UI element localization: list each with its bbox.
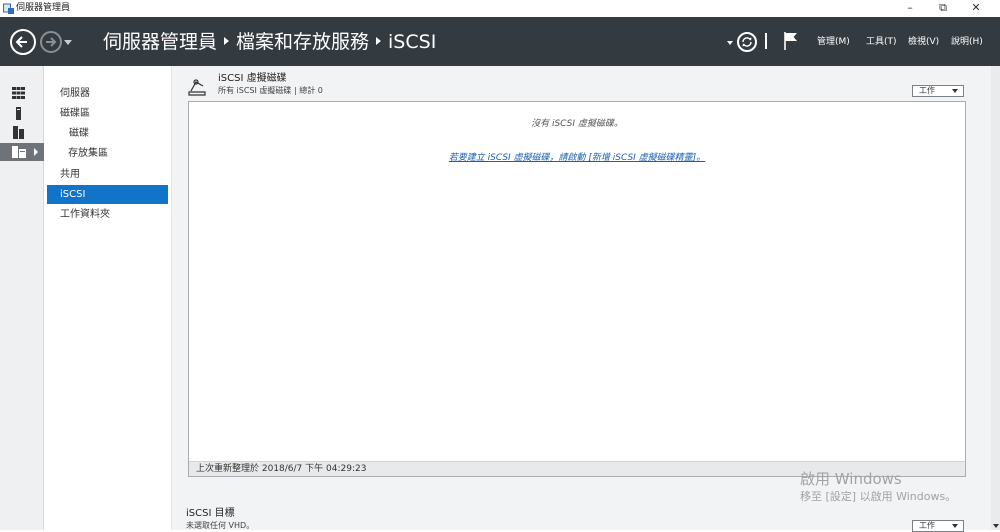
minimize-button[interactable]: – <box>895 0 925 17</box>
restore-button[interactable]: ⧉ <box>928 0 958 17</box>
menu-view[interactable]: 檢視(V) <box>908 37 939 48</box>
chevron-down-icon <box>952 89 958 93</box>
sidebar-item-work-folders[interactable]: 工作資料夾 <box>47 205 168 224</box>
back-button[interactable] <box>10 29 36 55</box>
refresh-dropdown-icon[interactable] <box>727 41 733 45</box>
create-virtual-disk-link[interactable]: 若要建立 iSCSI 虛擬磁碟，請啟動 [新增 iSCSI 虛擬磁碟精靈]。 <box>189 150 965 163</box>
sidebar-item-disks[interactable]: 磁碟 <box>47 124 168 143</box>
server-manager-app-icon <box>3 3 14 14</box>
refresh-button[interactable] <box>737 32 757 52</box>
virtual-disks-subtitle: 所有 iSCSI 虛擬磁碟 | 總計 0 <box>218 86 323 95</box>
scroll-down-icon[interactable] <box>993 524 999 528</box>
all-servers-icon <box>13 126 24 139</box>
expand-arrow-icon <box>34 148 38 156</box>
file-storage-icon <box>12 146 26 158</box>
activate-windows-watermark: 啟用 Windows 移至 [設定] 以啟用 Windows。 <box>800 470 957 504</box>
close-button[interactable]: ✕ <box>961 0 991 17</box>
tasks-label: 工作 <box>919 521 935 530</box>
window-titlebar: 伺服器管理員 – ⧉ ✕ <box>0 0 1000 17</box>
window-title: 伺服器管理員 <box>16 3 71 13</box>
history-dropdown-icon[interactable] <box>64 40 72 45</box>
menu-tools[interactable]: 工具(T) <box>866 37 897 48</box>
sidebar-item-servers[interactable]: 伺服器 <box>47 84 168 103</box>
empty-message: 沒有 iSCSI 虛擬磁碟。 <box>531 119 623 129</box>
header-divider <box>765 33 767 49</box>
tasks-label: 工作 <box>919 86 935 95</box>
sidebar-item-storage-pools[interactable]: 存放集區 <box>47 144 168 163</box>
iscsi-targets-title: iSCSI 目標 <box>186 508 235 519</box>
rail-local-server[interactable] <box>0 104 44 122</box>
local-server-icon <box>16 107 21 120</box>
iscsi-disk-icon <box>188 79 206 96</box>
sidebar-item-shares[interactable]: 共用 <box>47 165 168 184</box>
forward-button[interactable] <box>40 31 62 53</box>
rail-dashboard[interactable] <box>0 84 44 102</box>
breadcrumb-iscsi: iSCSI <box>388 31 437 53</box>
arrow-right-icon <box>46 37 57 47</box>
refresh-icon <box>742 37 752 47</box>
rail-file-storage[interactable] <box>0 143 44 161</box>
virtual-disks-title: iSCSI 虛擬磁碟 <box>218 73 287 84</box>
sidebar-item-volumes[interactable]: 磁碟區 <box>47 104 168 123</box>
virtual-disks-tasks-dropdown[interactable]: 工作 <box>912 85 964 97</box>
breadcrumb-file-storage[interactable]: 檔案和存放服務 <box>236 31 369 53</box>
watermark-line1: 啟用 Windows <box>800 470 902 488</box>
sidebar-nav: 伺服器 磁碟區 磁碟 存放集區 共用 iSCSI 工作資料夾 <box>45 66 172 530</box>
main-content: iSCSI 虛擬磁碟 所有 iSCSI 虛擬磁碟 | 總計 0 工作 沒有 iS… <box>172 66 1000 532</box>
menu-help[interactable]: 說明(H) <box>951 37 983 48</box>
menu-manage[interactable]: 管理(M) <box>817 37 850 48</box>
breadcrumb: 伺服器管理員 檔案和存放服務 iSCSI <box>103 30 436 54</box>
app-header: 伺服器管理員 檔案和存放服務 iSCSI 管理(M) 工具(T) 檢視(V) 說明(… <box>0 17 1000 66</box>
vertical-scrollbar[interactable] <box>991 66 1000 530</box>
breadcrumb-separator-icon <box>224 37 230 45</box>
notifications-flag-icon[interactable] <box>783 31 799 51</box>
breadcrumb-separator-icon <box>376 37 382 45</box>
breadcrumb-server-manager[interactable]: 伺服器管理員 <box>103 31 217 53</box>
virtual-disks-list: 沒有 iSCSI 虛擬磁碟。 若要建立 iSCSI 虛擬磁碟，請啟動 [新增 i… <box>188 101 966 477</box>
arrow-left-icon <box>15 36 27 48</box>
watermark-line2: 移至 [設定] 以啟用 Windows。 <box>800 490 957 503</box>
chevron-down-icon <box>952 524 958 528</box>
iscsi-targets-subtitle: 未選取任何 VHD。 <box>186 521 255 530</box>
sidebar-item-iscsi[interactable]: iSCSI <box>47 185 168 204</box>
left-icon-rail <box>0 66 44 530</box>
rail-all-servers[interactable] <box>0 123 44 141</box>
iscsi-targets-tasks-dropdown[interactable]: 工作 <box>912 520 964 532</box>
dashboard-icon <box>12 87 25 99</box>
